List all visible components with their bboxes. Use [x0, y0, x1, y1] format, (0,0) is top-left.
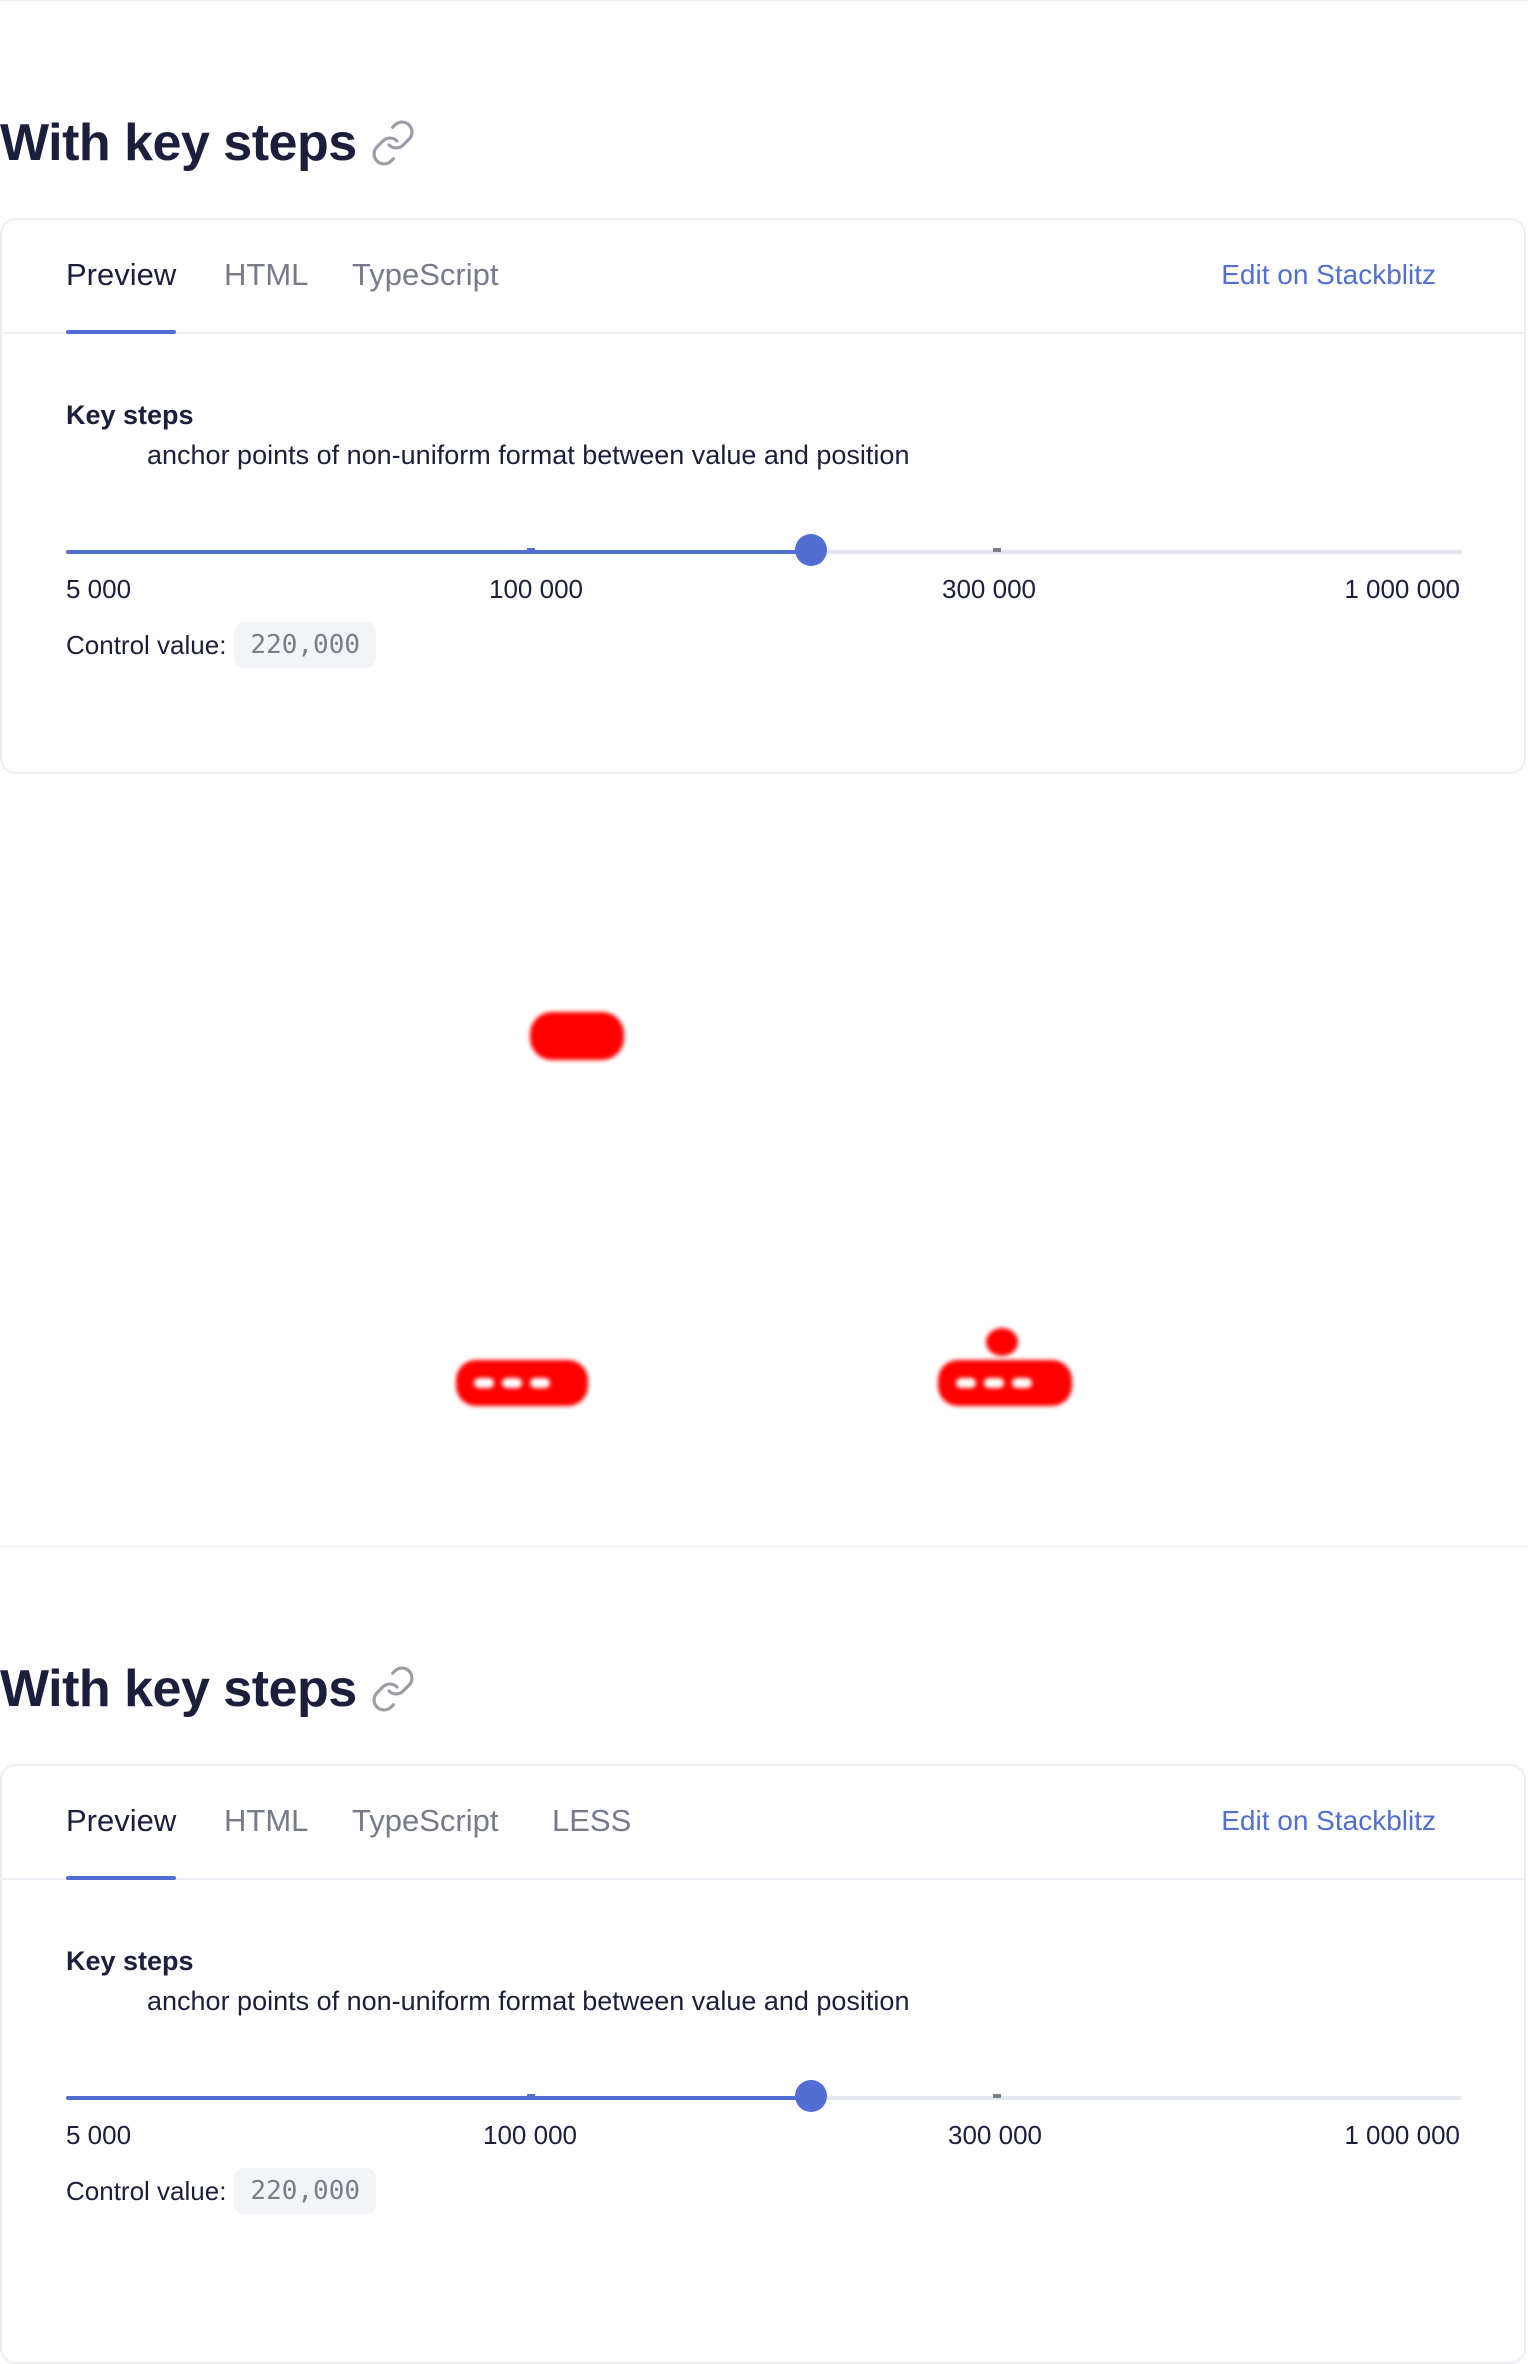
section-title: With key steps: [0, 1654, 417, 1724]
section-title-text: With key steps: [0, 114, 357, 172]
tick-label: 300 000: [948, 2120, 1042, 2150]
tab-bar: Preview HTML TypeScript LESS Edit on Sta…: [2, 1766, 1524, 1880]
tab-preview[interactable]: Preview: [66, 1766, 177, 1880]
tick-label: 100 000: [489, 574, 583, 604]
control-value: 220,000: [234, 2168, 376, 2214]
tab-bar: Preview HTML TypeScript Edit on Stackbli…: [2, 220, 1524, 334]
tab-preview[interactable]: Preview: [66, 220, 177, 334]
redacted-block: [456, 1360, 588, 1406]
slider-thumb[interactable]: [794, 534, 827, 566]
demo-label: Key steps: [66, 400, 194, 430]
slider-tick: [992, 548, 1001, 552]
control-value-row: Control value: 220,000: [66, 622, 376, 668]
control-value: 220,000: [234, 622, 376, 668]
tab-typescript[interactable]: TypeScript: [352, 220, 498, 332]
demo-description: anchor points of non-uniform format betw…: [147, 1986, 910, 2016]
section-title-text: With key steps: [0, 1660, 357, 1718]
slider-tick: [527, 548, 536, 552]
demo-card: Preview HTML TypeScript Edit on Stackbli…: [0, 218, 1526, 774]
tab-html[interactable]: HTML: [224, 220, 308, 332]
slider-fill: [66, 2096, 811, 2100]
redacted-dot: [986, 1328, 1018, 1356]
range-slider[interactable]: [66, 534, 1462, 566]
top-card-edge: [0, 0, 1528, 1]
slider-fill: [66, 550, 811, 554]
control-value-label: Control value:: [66, 629, 227, 660]
demo-card: Preview HTML TypeScript LESS Edit on Sta…: [0, 1764, 1526, 2364]
edit-on-stackblitz-link[interactable]: Edit on Stackblitz: [1221, 1766, 1436, 1878]
link-icon[interactable]: [369, 1665, 417, 1713]
demo-preview: Key steps anchor points of non-uniform f…: [2, 1880, 1524, 2320]
demo-label: Key steps: [66, 1946, 194, 1976]
redacted-block: [938, 1360, 1072, 1406]
tab-less[interactable]: LESS: [552, 1766, 631, 1878]
range-slider[interactable]: [66, 2080, 1462, 2112]
demo-description: anchor points of non-uniform format betw…: [147, 440, 910, 470]
tick-label: 1 000 000: [1344, 2120, 1460, 2150]
card-edge: [0, 1546, 1528, 1547]
edit-on-stackblitz-link[interactable]: Edit on Stackblitz: [1221, 220, 1436, 332]
slider-tick: [992, 2094, 1001, 2098]
tab-typescript[interactable]: TypeScript: [352, 1766, 498, 1878]
slider-thumb[interactable]: [794, 2080, 827, 2112]
tick-label: 100 000: [483, 2120, 577, 2150]
tab-html[interactable]: HTML: [224, 1766, 308, 1878]
control-value-row: Control value: 220,000: [66, 2168, 376, 2214]
tick-label: 1 000 000: [1344, 574, 1460, 604]
redacted-block: [530, 1012, 624, 1060]
control-value-label: Control value:: [66, 2175, 227, 2206]
slider-tick: [527, 2094, 536, 2098]
section-title: With key steps: [0, 108, 417, 178]
tick-label: 300 000: [942, 574, 1036, 604]
demo-preview: Key steps anchor points of non-uniform f…: [2, 334, 1524, 774]
tick-label: 5 000: [66, 2120, 132, 2150]
link-icon[interactable]: [369, 119, 417, 167]
tick-label: 5 000: [66, 574, 132, 604]
